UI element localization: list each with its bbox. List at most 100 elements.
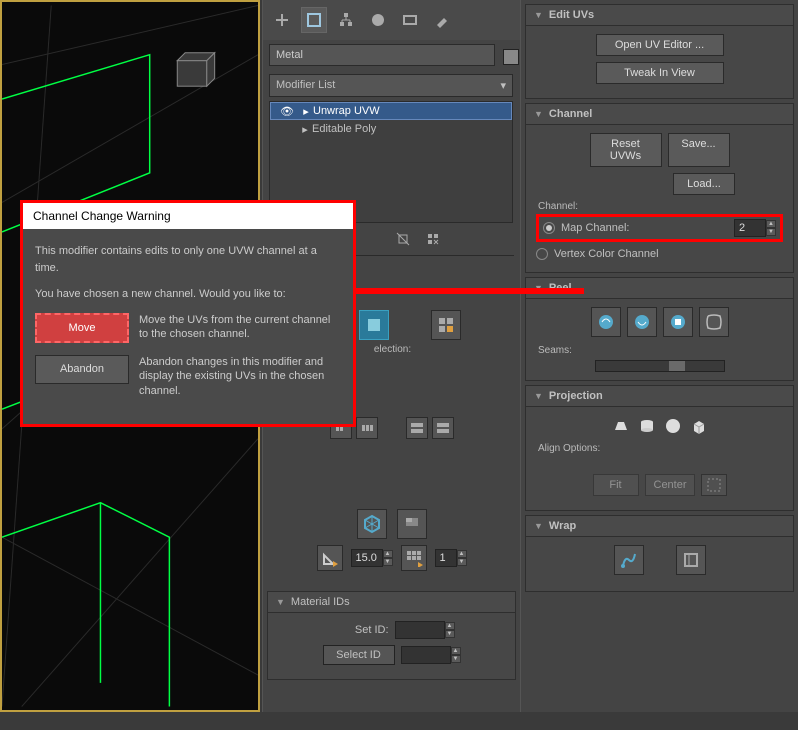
box-projection-icon[interactable] bbox=[688, 415, 710, 437]
spinner-arrows[interactable]: ▲▼ bbox=[383, 550, 393, 566]
spinner-arrows[interactable]: ▲▼ bbox=[445, 622, 455, 638]
map-channel-radio[interactable] bbox=[543, 222, 555, 234]
rollup-title: Projection bbox=[549, 390, 603, 402]
expand-icon[interactable]: ▸ bbox=[299, 105, 313, 118]
abandon-button[interactable]: Abandon bbox=[35, 355, 129, 384]
dialog-text-1: This modifier contains edits to only one… bbox=[35, 243, 341, 276]
rollup-header[interactable]: ▼ Material IDs bbox=[268, 592, 515, 613]
right-panel: ▼ Edit UVs Open UV Editor ... Tweak In V… bbox=[520, 0, 798, 712]
dialog-title: Channel Change Warning bbox=[23, 203, 353, 229]
cube-gizmo-icon[interactable] bbox=[357, 509, 387, 539]
move-description: Move the UVs from the current channel to… bbox=[139, 313, 341, 342]
cylindrical-projection-icon[interactable] bbox=[636, 415, 658, 437]
rollup-title: Channel bbox=[549, 108, 592, 120]
command-tab-row bbox=[263, 0, 520, 40]
slider-handle[interactable] bbox=[669, 361, 685, 371]
dropdown-arrow-icon: ▾ bbox=[500, 79, 506, 92]
set-id-label: Set ID: bbox=[329, 624, 389, 636]
visibility-toggle-icon[interactable]: 👁 bbox=[275, 105, 299, 118]
rollup-header[interactable]: ▼ Projection bbox=[526, 386, 793, 407]
rollup-header[interactable]: ▼ Wrap bbox=[526, 516, 793, 537]
channel-label: Channel: bbox=[538, 201, 783, 212]
spinner-arrows[interactable]: ▲▼ bbox=[451, 647, 461, 663]
seams-label: Seams: bbox=[538, 345, 783, 356]
peel-quick-icon[interactable] bbox=[591, 307, 621, 337]
map-channel-value[interactable] bbox=[734, 219, 766, 237]
align-region-icon[interactable] bbox=[701, 474, 727, 496]
modifier-list-label: Modifier List bbox=[276, 79, 335, 92]
seam-slider[interactable] bbox=[595, 360, 725, 372]
expand-icon[interactable]: ▸ bbox=[298, 123, 312, 136]
stack-item-label: Unwrap UVW bbox=[313, 105, 380, 117]
loop-icon[interactable] bbox=[432, 417, 454, 439]
shrink-icon[interactable] bbox=[356, 417, 378, 439]
select-id-spinner[interactable]: ▲▼ bbox=[401, 646, 461, 664]
select-id-value[interactable] bbox=[401, 646, 451, 664]
hierarchy-tab-icon[interactable] bbox=[333, 7, 359, 33]
display-tab-icon[interactable] bbox=[397, 7, 423, 33]
spinner-arrows[interactable]: ▲▼ bbox=[766, 220, 776, 236]
rollup-title: Edit UVs bbox=[549, 9, 594, 21]
align-options-label: Align Options: bbox=[538, 443, 783, 454]
angle-spinner[interactable]: ▲▼ bbox=[351, 549, 393, 567]
modify-tab-icon[interactable] bbox=[301, 7, 327, 33]
load-button[interactable]: Load... bbox=[673, 173, 735, 195]
rollup-header[interactable]: ▼ Channel bbox=[526, 104, 793, 125]
reset-uvws-button[interactable]: Reset UVWs bbox=[590, 133, 662, 167]
center-button[interactable]: Center bbox=[645, 474, 695, 496]
configure-sets-icon[interactable] bbox=[423, 229, 443, 249]
face-mode-icon[interactable] bbox=[359, 310, 389, 340]
angle-snap-icon[interactable] bbox=[317, 545, 343, 571]
map-channel-row: Map Channel: ▲▼ bbox=[536, 214, 783, 242]
pelt-icon[interactable] bbox=[699, 307, 729, 337]
planar-projection-icon[interactable] bbox=[610, 415, 632, 437]
vertex-color-label: Vertex Color Channel bbox=[554, 248, 659, 260]
collapse-arrow-icon: ▼ bbox=[534, 391, 543, 401]
rollup-projection: ▼ Projection Align Options: Fit Center bbox=[525, 385, 794, 511]
grid-axis-icon[interactable] bbox=[397, 509, 427, 539]
abandon-description: Abandon changes in this modifier and dis… bbox=[139, 355, 341, 398]
channel-change-dialog: Channel Change Warning This modifier con… bbox=[20, 200, 356, 427]
stack-item-unwrap[interactable]: 👁 ▸ Unwrap UVW bbox=[270, 102, 512, 120]
collapse-arrow-icon: ▼ bbox=[276, 597, 285, 607]
collapse-arrow-icon: ▼ bbox=[534, 521, 543, 531]
set-id-value[interactable] bbox=[395, 621, 445, 639]
set-id-spinner[interactable]: ▲▼ bbox=[395, 621, 455, 639]
move-button[interactable]: Move bbox=[35, 313, 129, 344]
peel-reset-icon[interactable] bbox=[627, 307, 657, 337]
rollup-title: Material IDs bbox=[291, 596, 350, 608]
angle-value[interactable] bbox=[351, 549, 383, 567]
grid-snap-icon[interactable] bbox=[401, 545, 427, 571]
map-channel-spinner[interactable]: ▲▼ bbox=[734, 219, 776, 237]
collapse-arrow-icon: ▼ bbox=[534, 10, 543, 20]
object-color-swatch[interactable] bbox=[503, 49, 519, 65]
modifier-list-dropdown[interactable]: Modifier List ▾ bbox=[269, 74, 513, 97]
spinner-arrows[interactable]: ▲▼ bbox=[457, 550, 467, 566]
pin-stack-icon[interactable] bbox=[393, 229, 413, 249]
utilities-tab-icon[interactable] bbox=[429, 7, 455, 33]
open-uv-editor-button[interactable]: Open UV Editor ... bbox=[596, 34, 724, 56]
unfold-wrap-icon[interactable] bbox=[676, 545, 706, 575]
create-tab-icon[interactable] bbox=[269, 7, 295, 33]
rollup-title: Wrap bbox=[549, 520, 576, 532]
select-id-dropdown[interactable]: Select ID bbox=[323, 645, 395, 665]
ring-icon[interactable] bbox=[406, 417, 428, 439]
fit-button[interactable]: Fit bbox=[593, 474, 639, 496]
spline-wrap-icon[interactable] bbox=[614, 545, 644, 575]
save-button[interactable]: Save... bbox=[668, 133, 730, 167]
object-name-field[interactable] bbox=[269, 44, 495, 66]
rollup-wrap: ▼ Wrap bbox=[525, 515, 794, 592]
element-mode-icon[interactable] bbox=[431, 310, 461, 340]
motion-tab-icon[interactable] bbox=[365, 7, 391, 33]
rollup-material-ids: ▼ Material IDs Set ID: ▲▼ Select ID ▲▼ bbox=[267, 591, 516, 680]
rollup-header[interactable]: ▼ Edit UVs bbox=[526, 5, 793, 26]
vertex-color-radio[interactable] bbox=[536, 248, 548, 260]
rollup-edit-uvs: ▼ Edit UVs Open UV Editor ... Tweak In V… bbox=[525, 4, 794, 99]
pelt-map-icon[interactable] bbox=[663, 307, 693, 337]
spherical-projection-icon[interactable] bbox=[662, 415, 684, 437]
count-spinner[interactable]: ▲▼ bbox=[435, 549, 467, 567]
count-value[interactable] bbox=[435, 549, 457, 567]
highlight-connector bbox=[356, 288, 584, 294]
tweak-in-view-button[interactable]: Tweak In View bbox=[596, 62, 724, 84]
stack-item-editable-poly[interactable]: ▸ Editable Poly bbox=[270, 120, 512, 138]
